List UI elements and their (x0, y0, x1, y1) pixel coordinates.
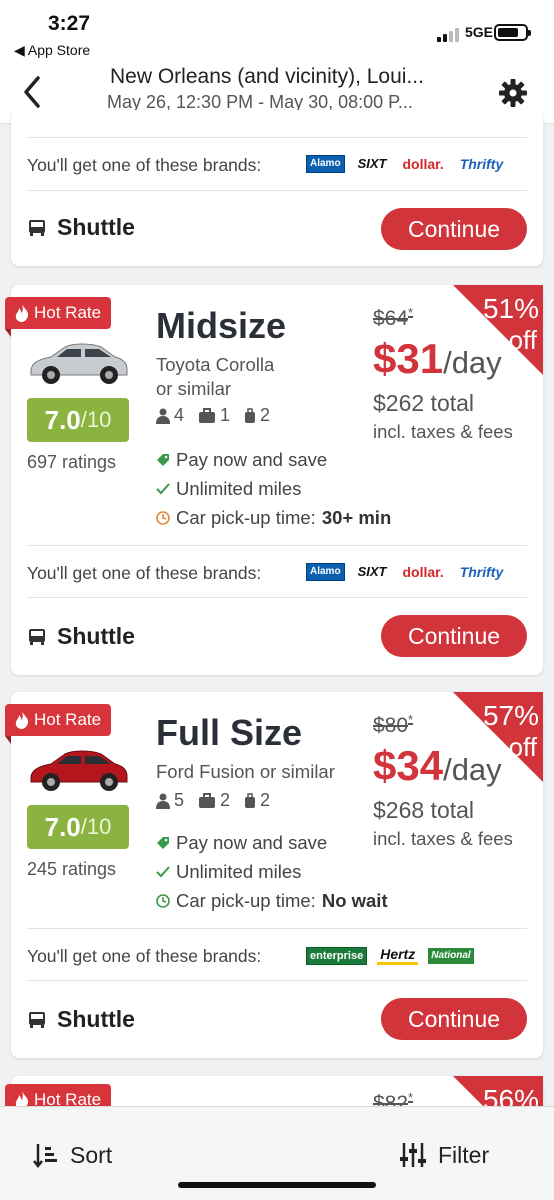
ratings-count: 697 ratings (27, 452, 117, 472)
clock-icon (156, 894, 170, 908)
filter-sliders-icon (400, 1143, 426, 1167)
national-logo: National (428, 947, 474, 964)
car-model: Ford Fusion or similar (156, 761, 335, 782)
rating-badge: 7.0/10 (27, 805, 129, 849)
sort-icon (33, 1144, 57, 1169)
car-class-name: Midsize (156, 305, 287, 346)
large-bags: 1 (198, 405, 230, 426)
bus-icon (29, 1011, 45, 1028)
feature-pickup-time: Car pick-up time: No wait (156, 890, 388, 912)
continue-button[interactable]: Continue (381, 998, 527, 1040)
car-image (30, 750, 128, 791)
sort-button[interactable]: Sort (32, 1141, 112, 1169)
car-specs: 4 1 2 (156, 405, 270, 426)
back-arrow-icon[interactable] (18, 72, 48, 112)
gear-icon[interactable] (498, 78, 528, 108)
enterprise-logo: enterprise (306, 946, 368, 965)
hertz-logo: Hertz (377, 946, 419, 965)
feature-pay-now: Pay now and save (156, 449, 327, 471)
taxes-note: incl. taxes & fees (373, 421, 513, 442)
page-title: New Orleans (and vicinity), Loui... (110, 65, 424, 88)
clock-icon (156, 511, 170, 525)
large-bags: 2 (198, 790, 230, 811)
suitcase-icon (199, 407, 216, 423)
feature-unlimited-miles: Unlimited miles (156, 861, 301, 883)
small-bags: 2 (244, 790, 270, 811)
shuttle-info: Shuttle (27, 1006, 135, 1033)
thrifty-logo: Thrifty (459, 156, 504, 172)
result-card-partial: You'll get one of these brands: Alamo SI… (11, 110, 543, 266)
flame-icon (15, 711, 29, 729)
back-to-app-store-link[interactable]: ◀ App Store (14, 42, 90, 59)
car-image (30, 343, 128, 384)
thrifty-logo: Thrifty (459, 564, 504, 580)
rating-badge: 7.0/10 (27, 398, 129, 442)
tag-icon (157, 837, 169, 849)
check-icon (156, 866, 170, 878)
brand-logos: enterprise Hertz National (306, 946, 474, 965)
tag-icon (157, 454, 169, 466)
sixt-logo: SIXT (354, 156, 390, 172)
ratings-count: 245 ratings (27, 859, 117, 879)
signal-icon (437, 28, 459, 42)
hot-rate-badge: Hot Rate (5, 704, 112, 744)
total-price: $262 total (373, 390, 475, 416)
dollar-logo: dollar. (402, 156, 444, 172)
passengers: 5 (156, 790, 184, 811)
bus-icon (29, 219, 45, 236)
result-card-full-size[interactable]: 57% off Hot Rate 7.0/10 245 ratings Full… (5, 692, 543, 1058)
shuttle-info: Shuttle (27, 214, 135, 241)
alamo-logo: Alamo (306, 563, 345, 581)
carry-on-icon (245, 407, 256, 423)
status-bar: 3:27 ◀ App Store 5GE (0, 0, 554, 62)
result-card-midsize[interactable]: 51% off Hot Rate 7.0/10 697 ratings Mids… (5, 285, 543, 675)
daily-price: $34/day (373, 742, 502, 789)
original-price: $80* (373, 712, 414, 737)
daily-price: $31/day (373, 335, 502, 382)
home-indicator[interactable] (178, 1182, 376, 1188)
status-time: 3:27 (48, 12, 91, 35)
check-icon (156, 483, 170, 495)
sixt-logo: SIXT (354, 564, 390, 580)
person-icon (156, 793, 170, 809)
feature-pickup-time: Car pick-up time: 30+ min (156, 507, 391, 529)
dollar-logo: dollar. (402, 564, 444, 580)
person-icon (156, 408, 170, 424)
bus-icon (29, 628, 45, 645)
shuttle-label: Shuttle (57, 214, 135, 240)
brands-label: You'll get one of these brands: (27, 946, 262, 966)
original-price: $64* (373, 305, 414, 330)
car-class-name: Full Size (156, 712, 303, 753)
car-model: Toyota Corolla or similar (156, 354, 275, 399)
battery-icon (494, 24, 531, 41)
taxes-note: incl. taxes & fees (373, 828, 513, 849)
total-price: $268 total (373, 797, 475, 823)
flame-icon (15, 304, 29, 322)
brands-label: You'll get one of these brands: (27, 563, 262, 583)
small-bags: 2 (244, 405, 270, 426)
shuttle-info: Shuttle (27, 623, 135, 650)
car-specs: 5 2 2 (156, 790, 270, 811)
passengers: 4 (156, 405, 184, 426)
feature-unlimited-miles: Unlimited miles (156, 478, 301, 500)
network-label: 5GE (465, 24, 494, 40)
hot-rate-badge: Hot Rate (5, 297, 112, 337)
continue-button[interactable]: Continue (381, 615, 527, 657)
brands-label: You'll get one of these brands: (27, 155, 262, 175)
brand-logos: Alamo SIXT dollar. Thrifty (306, 155, 506, 173)
brand-logos: Alamo SIXT dollar. Thrifty (306, 563, 506, 581)
continue-button[interactable]: Continue (381, 208, 527, 250)
feature-pay-now: Pay now and save (156, 832, 327, 854)
carry-on-icon (245, 792, 256, 808)
suitcase-icon (199, 792, 216, 808)
alamo-logo: Alamo (306, 155, 345, 173)
filter-button[interactable]: Filter (398, 1141, 489, 1169)
